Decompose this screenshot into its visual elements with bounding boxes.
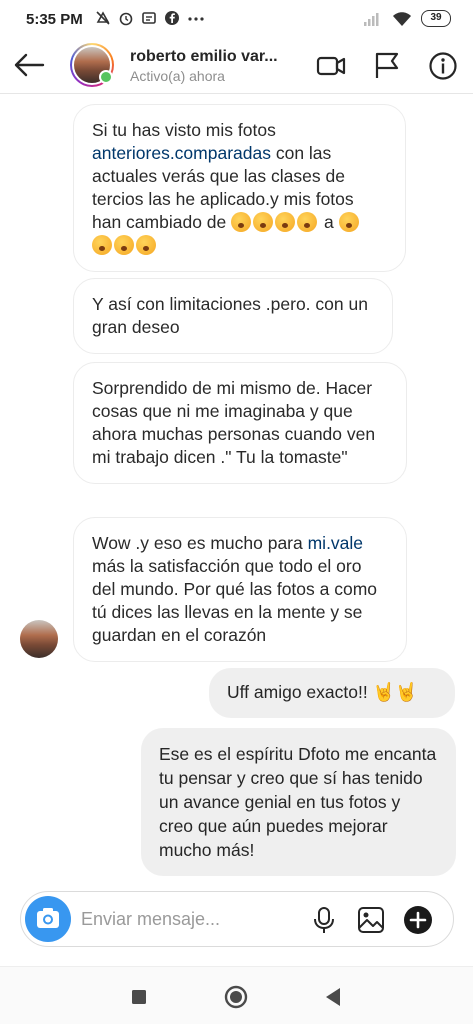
message-text: Uff amigo exacto!! xyxy=(227,682,373,702)
arrow-left-icon[interactable] xyxy=(12,50,46,80)
message-text: Y así con limitaciones .pero. con un gra… xyxy=(92,294,368,337)
contact-name[interactable]: roberto emilio var... xyxy=(130,48,278,66)
wifi-icon xyxy=(393,11,411,26)
battery-icon: 39 xyxy=(421,10,451,27)
info-icon[interactable] xyxy=(428,51,458,81)
emoji-icon xyxy=(338,212,359,232)
video-call-icon[interactable] xyxy=(316,51,346,81)
home-icon[interactable] xyxy=(221,983,251,1011)
mention-link[interactable]: anteriores.comparadas xyxy=(92,143,271,163)
message-text: más la satisfacción que todo el oro del … xyxy=(92,556,378,645)
message-text: a xyxy=(319,212,339,232)
emoji-icon xyxy=(231,212,252,232)
emoji-icon xyxy=(114,235,134,255)
status-bar: 5:35 PM 39 xyxy=(0,0,473,40)
emoji-icon xyxy=(297,212,318,232)
recent-apps-icon[interactable] xyxy=(124,983,154,1011)
rock-hand-emoji-icon: 🤘 xyxy=(395,682,418,702)
message-text: Si tu has visto mis fotos xyxy=(92,120,276,140)
microphone-icon[interactable] xyxy=(309,905,339,935)
message-incoming[interactable]: Sorprendido de mi mismo de. Hacer cosas … xyxy=(73,362,407,484)
contact-status: Activo(a) ahora xyxy=(130,68,225,84)
message-incoming[interactable]: Wow .y eso es mucho para mi.vale más la … xyxy=(73,517,407,662)
message-outgoing[interactable]: Uff amigo exacto!! 🤘🤘 xyxy=(209,668,455,718)
alarm-icon xyxy=(119,12,133,26)
status-time: 5:35 PM xyxy=(26,11,83,28)
flag-icon[interactable] xyxy=(372,51,402,81)
message-composer xyxy=(20,891,454,947)
mute-notification-icon xyxy=(96,11,110,25)
emoji-icon xyxy=(136,235,156,255)
notification-icons xyxy=(95,10,205,26)
message-text: Wow .y eso es mucho para xyxy=(92,533,308,553)
message-text: han cambiado de xyxy=(92,212,232,232)
facebook-icon xyxy=(165,11,179,25)
message-text: con las xyxy=(270,143,332,163)
sender-avatar[interactable] xyxy=(20,620,58,658)
message-outgoing[interactable]: Ese es el espíritu Dfoto me encanta tu p… xyxy=(141,728,456,876)
message-text: tercios las he aplicado.y mis fotos xyxy=(92,189,354,209)
dm-screen: 5:35 PM 39 roberto emilio var... Activo(… xyxy=(0,0,473,1024)
battery-level: 39 xyxy=(430,12,442,23)
rock-hand-emoji-icon: 🤘 xyxy=(372,682,396,702)
camera-button[interactable] xyxy=(25,896,71,942)
system-nav-bar xyxy=(0,966,473,1024)
message-incoming[interactable]: Si tu has visto mis fotos anteriores.com… xyxy=(73,104,406,272)
online-indicator xyxy=(99,70,113,84)
emoji-icon xyxy=(275,212,296,232)
message-notification-icon xyxy=(142,12,156,24)
camera-icon xyxy=(37,908,59,928)
message-incoming[interactable]: Y así con limitaciones .pero. con un gra… xyxy=(73,278,393,354)
message-text: actuales verás que las clases de xyxy=(92,166,345,186)
message-input[interactable] xyxy=(81,904,301,934)
back-nav-icon[interactable] xyxy=(318,983,348,1011)
emoji-icon xyxy=(253,212,274,232)
chat-header: roberto emilio var... Activo(a) ahora xyxy=(0,40,473,94)
image-icon[interactable] xyxy=(356,905,386,935)
mention-link[interactable]: mi.vale xyxy=(308,533,363,553)
message-text: Ese es el espíritu Dfoto me encanta tu p… xyxy=(159,744,437,860)
emoji-icon xyxy=(92,235,112,255)
message-text: Sorprendido de mi mismo de. Hacer cosas … xyxy=(92,378,376,467)
system-status: 39 xyxy=(363,10,451,27)
more-notifications-icon xyxy=(188,17,204,21)
signal-icon xyxy=(364,12,379,26)
plus-icon[interactable] xyxy=(403,905,433,935)
